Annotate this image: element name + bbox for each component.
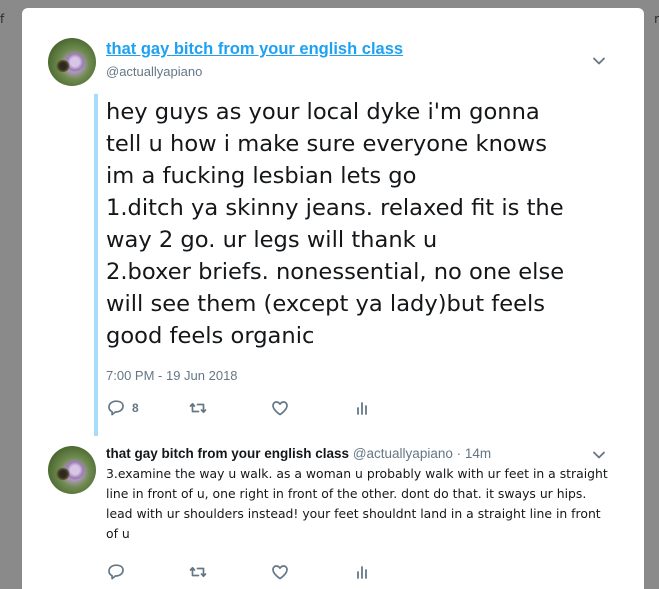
avatar[interactable] <box>48 446 96 494</box>
tweet-timestamp[interactable]: 7:00 PM - 19 Jun 2018 <box>106 368 238 383</box>
reply-button[interactable] <box>106 562 126 582</box>
analytics-button[interactable] <box>352 398 372 418</box>
reply-tweet-text: 3.examine the way u walk. as a woman u p… <box>106 464 616 544</box>
tweet-text-line: good feels organic <box>106 323 315 349</box>
user-handle: @actuallyapiano <box>106 64 203 79</box>
analytics-icon <box>357 566 367 579</box>
retweet-button[interactable] <box>188 562 208 582</box>
thread-connector-line <box>94 94 98 436</box>
tweet-text-line: way 2 go. ur legs will thank u <box>106 227 438 253</box>
display-name-link[interactable]: that gay bitch from your english class <box>106 40 403 59</box>
reply-handle[interactable]: @actuallyapiano <box>353 446 453 461</box>
tweet-text: hey guys as your local dyke i'm gonna te… <box>106 96 626 352</box>
analytics-icon <box>357 402 367 415</box>
analytics-button[interactable] <box>352 562 372 582</box>
reply-count: 8 <box>132 401 139 415</box>
reply-text-line: lead with ur shoulders instead! your fee… <box>106 506 601 521</box>
chevron-down-icon[interactable] <box>592 448 606 462</box>
backdrop-fragment-left: f <box>0 12 5 26</box>
tweet-text-line: 1.ditch ya skinny jeans. relaxed fit is … <box>106 195 564 221</box>
reply-text-line: 3.examine the way u walk. as a woman u p… <box>106 466 608 481</box>
retweet-icon <box>189 566 207 578</box>
reply-action-bar <box>106 562 466 584</box>
tweet-action-bar: 8 <box>106 398 466 420</box>
tweet-text-line: will see them (except ya lady)but feels <box>106 291 546 317</box>
tweet-text-line: hey guys as your local dyke i'm gonna <box>106 99 540 125</box>
reply-icon <box>108 400 124 416</box>
reply-header: that gay bitch from your english class @… <box>106 446 491 461</box>
reply-icon <box>108 564 124 580</box>
tweet-text-line: 2.boxer briefs. nonessential, no one els… <box>106 259 565 285</box>
chevron-down-icon[interactable] <box>592 54 606 68</box>
like-icon <box>272 565 288 580</box>
retweet-icon <box>189 402 207 414</box>
backdrop-fragment-right: r <box>654 12 659 26</box>
reply-separator: · <box>452 446 465 461</box>
tweet-text-line: tell u how i make sure everyone knows <box>106 131 547 157</box>
avatar[interactable] <box>48 38 96 86</box>
reply-button[interactable]: 8 <box>106 398 139 418</box>
tweet-text-line: im a fucking lesbian lets go <box>106 163 417 189</box>
reply-time[interactable]: 14m <box>465 446 491 461</box>
like-button[interactable] <box>270 398 290 418</box>
reply-display-name[interactable]: that gay bitch from your english class <box>106 446 349 461</box>
like-button[interactable] <box>270 562 290 582</box>
reply-text-line: of u <box>106 526 130 541</box>
retweet-button[interactable] <box>188 398 208 418</box>
reply-text-line: line in front of u, one right in front o… <box>106 486 587 501</box>
tweet-modal: that gay bitch from your english class @… <box>22 8 644 589</box>
like-icon <box>272 401 288 416</box>
